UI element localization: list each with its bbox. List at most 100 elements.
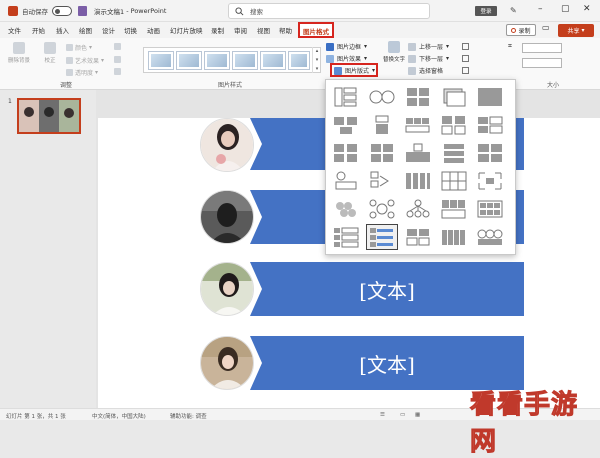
layout-option[interactable] <box>474 224 506 250</box>
tab-home[interactable]: 开始 <box>32 25 45 35</box>
remove-background-button[interactable]: 删除背景 <box>8 42 30 64</box>
gallery-scroll[interactable]: ▴ ▾ ▾ <box>312 47 321 73</box>
layout-option[interactable] <box>402 84 434 110</box>
layout-option[interactable] <box>474 112 506 138</box>
layout-option[interactable] <box>402 224 434 250</box>
layout-option[interactable] <box>402 196 434 222</box>
compress-icon[interactable] <box>114 43 121 50</box>
artistic-effects-icon <box>66 57 73 64</box>
tab-view[interactable]: 视图 <box>257 25 270 35</box>
corrections-button[interactable]: 校正 <box>44 42 56 64</box>
style-thumbnail[interactable] <box>176 51 202 70</box>
picture-styles-gallery[interactable] <box>143 47 321 73</box>
layout-option[interactable] <box>366 140 398 166</box>
send-backward-button[interactable]: 下移一层 ▾ <box>408 54 449 63</box>
maximize-icon[interactable]: ▢ <box>561 4 570 14</box>
search-input[interactable]: 搜索 <box>228 3 430 19</box>
comment-icon[interactable]: ▭ <box>542 23 550 32</box>
layout-option[interactable] <box>438 140 470 166</box>
layout-option[interactable] <box>330 196 362 222</box>
layout-option[interactable] <box>438 224 470 250</box>
layout-option[interactable] <box>366 196 398 222</box>
tab-file[interactable]: 文件 <box>8 25 21 35</box>
tab-record[interactable]: 录制 <box>211 25 224 35</box>
layout-option[interactable] <box>330 140 362 166</box>
style-thumbnail[interactable] <box>288 51 310 70</box>
layout-option[interactable] <box>474 84 506 110</box>
save-icon[interactable] <box>78 6 87 16</box>
pen-icon[interactable]: ✎ <box>510 6 517 15</box>
circle-photo[interactable] <box>200 262 254 316</box>
layout-option[interactable] <box>438 112 470 138</box>
slide-thumbnail-preview <box>19 100 79 132</box>
artistic-effects-button[interactable]: 艺术效果 ▾ <box>66 56 104 65</box>
layout-option[interactable] <box>402 112 434 138</box>
slide-thumbnail[interactable] <box>17 98 81 134</box>
tab-review[interactable]: 审阅 <box>234 25 247 35</box>
tab-insert[interactable]: 插入 <box>56 25 69 35</box>
circle-photo[interactable] <box>200 190 254 244</box>
layout-option[interactable] <box>474 140 506 166</box>
layout-option[interactable] <box>438 196 470 222</box>
layout-option[interactable] <box>330 84 362 110</box>
layout-option[interactable] <box>366 84 398 110</box>
transparency-button[interactable]: 透明度 ▾ <box>66 68 98 77</box>
align-icon[interactable] <box>462 43 469 50</box>
minimize-icon[interactable]: – <box>538 4 543 14</box>
language-status[interactable]: 中文(简体，中国大陆) <box>92 412 146 420</box>
tab-design[interactable]: 设计 <box>102 25 115 35</box>
notes-icon[interactable]: ☰ <box>380 412 385 418</box>
circle-photo[interactable] <box>200 118 254 172</box>
width-input[interactable] <box>522 58 562 68</box>
layout-option[interactable] <box>474 168 506 194</box>
crop-icon[interactable]: ⌗ <box>508 42 515 50</box>
accessibility-status[interactable]: 辅助功能: 调查 <box>170 412 207 420</box>
sorter-view-icon[interactable]: ▦ <box>415 412 420 418</box>
color-button[interactable]: 颜色 ▾ <box>66 43 92 52</box>
layout-option[interactable] <box>402 168 434 194</box>
tab-transitions[interactable]: 切换 <box>124 25 137 35</box>
share-button[interactable]: 共享 ▾ <box>558 24 594 37</box>
layout-option[interactable] <box>330 224 362 250</box>
text-placeholder[interactable]: [文本] <box>359 349 415 378</box>
selection-pane-icon <box>408 66 416 75</box>
layout-option[interactable] <box>438 168 470 194</box>
style-thumbnail[interactable] <box>260 51 286 70</box>
style-thumbnail[interactable] <box>148 51 174 70</box>
tab-help[interactable]: 帮助 <box>279 25 292 35</box>
effects-icon <box>326 54 334 63</box>
login-button[interactable]: 登录 <box>475 6 497 16</box>
tab-picture-format[interactable]: 图片格式 <box>298 22 334 38</box>
layout-option[interactable] <box>330 112 362 138</box>
tab-animations[interactable]: 动画 <box>147 25 160 35</box>
circle-photo[interactable] <box>200 336 254 390</box>
layout-option[interactable] <box>330 168 362 194</box>
record-button[interactable]: 录制 <box>506 24 536 36</box>
close-icon[interactable]: ✕ <box>583 4 591 14</box>
tab-draw[interactable]: 绘图 <box>79 25 92 35</box>
layout-option-selected[interactable] <box>366 224 398 250</box>
layout-option[interactable] <box>366 168 398 194</box>
layout-option[interactable] <box>474 196 506 222</box>
text-placeholder[interactable]: [文本] <box>359 275 415 304</box>
normal-view-icon[interactable]: ▭ <box>400 412 405 418</box>
group-icon[interactable] <box>462 55 469 62</box>
picture-effects-button[interactable]: 图片效果 ▾ <box>326 54 367 63</box>
picture-border-button[interactable]: 图片边框 ▾ <box>326 42 367 51</box>
bring-forward-button[interactable]: 上移一层 ▾ <box>408 42 449 51</box>
selection-pane-button[interactable]: 选择窗格 <box>408 66 443 75</box>
layout-option[interactable] <box>402 140 434 166</box>
height-input[interactable] <box>522 43 562 53</box>
change-picture-icon[interactable] <box>114 56 121 63</box>
rotate-icon[interactable] <box>462 67 469 74</box>
text-band[interactable]: [文本] <box>250 262 524 316</box>
style-thumbnail[interactable] <box>204 51 230 70</box>
layout-option[interactable] <box>366 112 398 138</box>
layout-option[interactable] <box>438 84 470 110</box>
autosave-toggle[interactable] <box>52 6 72 16</box>
style-thumbnail[interactable] <box>232 51 258 70</box>
tab-slideshow[interactable]: 幻灯片放映 <box>170 25 203 35</box>
reset-picture-icon[interactable] <box>114 68 121 75</box>
text-band[interactable]: [文本] <box>250 336 524 390</box>
alt-text-button[interactable]: 替换文字 <box>383 41 405 63</box>
